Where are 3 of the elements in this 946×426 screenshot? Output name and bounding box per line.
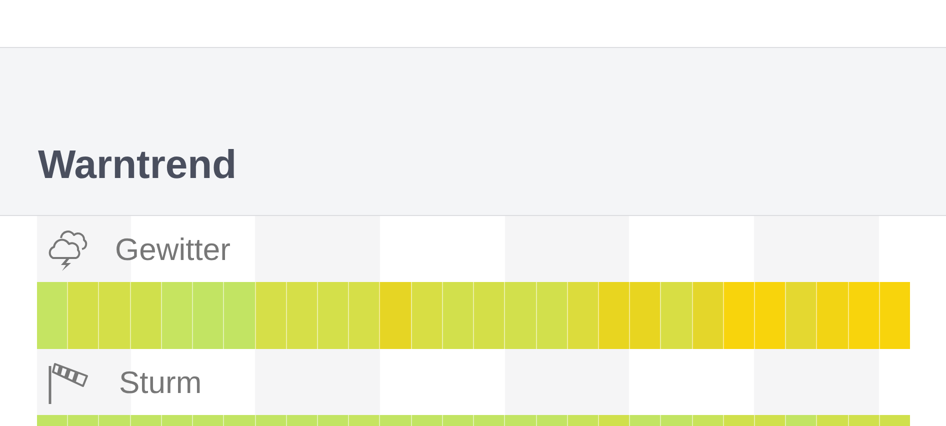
warning-label: Sturm bbox=[119, 366, 202, 398]
warning-label: Gewitter bbox=[115, 234, 230, 264]
section-title: Warntrend bbox=[38, 145, 237, 185]
